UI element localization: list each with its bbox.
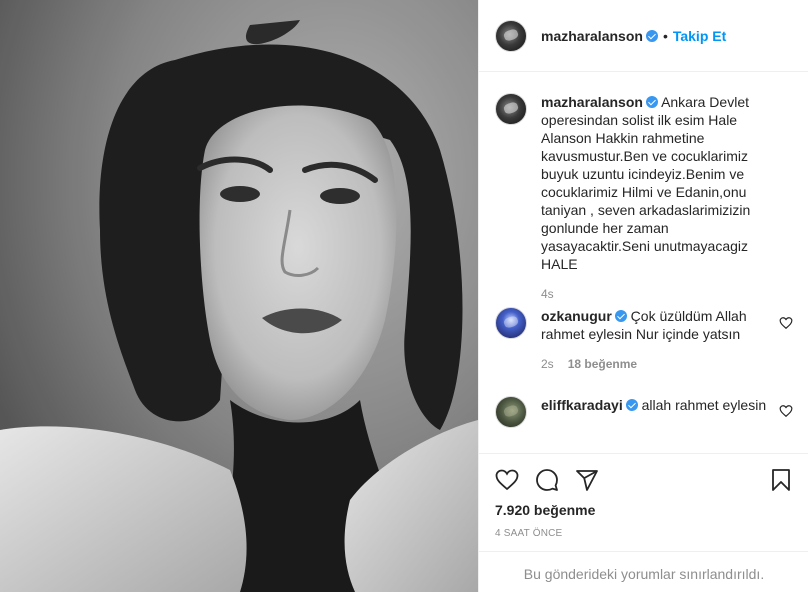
post-viewer: mazharalanson • Takip Et mazharalanson A… <box>0 0 808 592</box>
comment-username[interactable]: eliffkaradayi <box>541 397 623 413</box>
heart-icon[interactable] <box>495 468 519 492</box>
comment-likes[interactable]: 18 beğenme <box>568 355 637 373</box>
comment-avatar[interactable] <box>495 307 527 339</box>
post-details-panel: mazharalanson • Takip Et mazharalanson A… <box>478 0 808 592</box>
share-icon[interactable] <box>575 468 599 492</box>
likes-count[interactable]: 7.920 beğenme <box>495 502 595 518</box>
caption-item: mazharalanson Ankara Devlet operesindan … <box>495 93 769 303</box>
action-icons <box>495 466 793 494</box>
separator-dot: • <box>662 27 668 44</box>
comments-limited-notice: Bu gönderideki yorumlar sınırlandırıldı. <box>479 551 808 592</box>
comments-list[interactable]: mazharalanson Ankara Devlet operesindan … <box>479 73 808 453</box>
verified-badge-icon <box>614 310 627 322</box>
comment-item: eliffkaradayi allah rahmet eylesin <box>495 396 769 428</box>
comment-like-heart-icon[interactable] <box>779 316 793 330</box>
caption-avatar[interactable] <box>495 93 527 125</box>
comment-like-heart-icon[interactable] <box>779 404 793 418</box>
post-actions: 7.920 beğenme 4 SAAT ÖNCE Bu gönderideki… <box>479 453 808 592</box>
post-header: mazharalanson • Takip Et <box>479 0 808 72</box>
follow-button[interactable]: Takip Et <box>673 28 726 44</box>
bookmark-icon[interactable] <box>769 468 793 492</box>
comment-time[interactable]: 2s <box>541 355 554 373</box>
verified-badge-icon <box>645 29 658 42</box>
post-time[interactable]: 4 SAAT ÖNCE <box>495 528 562 539</box>
comment-avatar[interactable] <box>495 396 527 428</box>
author-avatar[interactable] <box>495 19 527 52</box>
portrait-image <box>0 0 478 592</box>
comment-username[interactable]: ozkanugur <box>541 308 612 324</box>
author-username[interactable]: mazharalanson <box>541 28 643 44</box>
caption-username[interactable]: mazharalanson <box>541 94 643 110</box>
comment-text: allah rahmet eylesin <box>641 397 767 413</box>
verified-badge-icon <box>645 96 658 108</box>
post-photo[interactable] <box>0 0 478 592</box>
comment-icon[interactable] <box>535 468 559 492</box>
comment-item: ozkanugur Çok üzüldüm Allah rahmet eyles… <box>495 307 769 373</box>
caption-time[interactable]: 4s <box>541 285 554 303</box>
verified-badge-icon <box>625 399 638 411</box>
caption-text: Ankara Devlet operesindan solist ilk esi… <box>541 94 751 272</box>
